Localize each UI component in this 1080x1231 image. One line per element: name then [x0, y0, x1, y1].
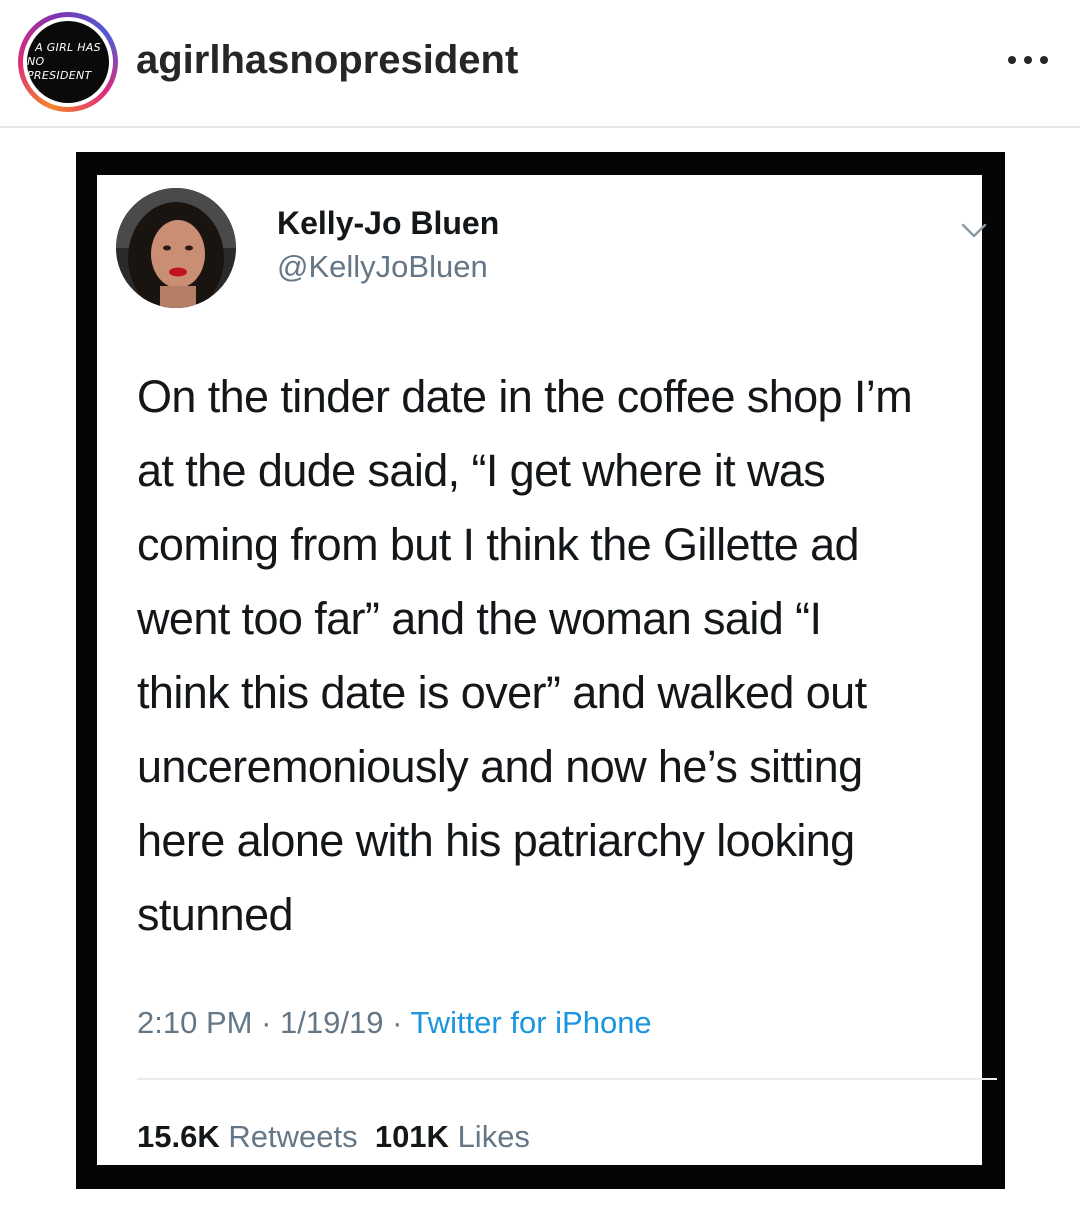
likes-label[interactable]: Likes	[458, 1119, 530, 1154]
chevron-down-icon[interactable]	[959, 215, 989, 245]
tweet-metadata: 2:10 PM · 1/19/19 · Twitter for iPhone	[137, 1003, 652, 1043]
avatar-photo-icon	[116, 188, 236, 308]
retweets-label[interactable]: Retweets	[228, 1119, 357, 1154]
meta-separator: ·	[252, 1005, 281, 1040]
divider	[137, 1078, 997, 1080]
ellipsis-icon-dot	[1040, 56, 1048, 64]
avatar-ring-gap: A GIRL HAS NO PRESIDENT	[23, 17, 113, 107]
instagram-post: A GIRL HAS NO PRESIDENT agirlhasnopresid…	[0, 0, 1080, 1231]
tweet-author-handle[interactable]: @KellyJoBluen	[277, 247, 488, 287]
more-options-button[interactable]	[996, 40, 1060, 80]
tweet-source-link[interactable]: Twitter for iPhone	[410, 1005, 651, 1040]
tweet-time: 2:10 PM	[137, 1005, 253, 1040]
post-username[interactable]: agirlhasnopresident	[136, 34, 518, 86]
tweet-author-avatar	[116, 188, 236, 308]
tweet-author-name[interactable]: Kelly-Jo Bluen	[277, 203, 499, 243]
tweet-card: Kelly-Jo Bluen @KellyJoBluen On the tind…	[97, 175, 997, 1165]
avatar-logo: A GIRL HAS NO PRESIDENT	[27, 21, 109, 103]
ellipsis-icon-dot	[1008, 56, 1016, 64]
tweet-date: 1/19/19	[280, 1005, 384, 1040]
meta-separator: ·	[383, 1005, 411, 1040]
tweet-text: On the tinder date in the coffee shop I’…	[137, 371, 913, 940]
post-header: A GIRL HAS NO PRESIDENT agirlhasnopresid…	[0, 0, 1080, 128]
post-image: Kelly-Jo Bluen @KellyJoBluen On the tind…	[76, 152, 1005, 1189]
avatar-logo-line1: A GIRL HAS	[35, 41, 101, 54]
avatar-logo-line2: NO PRESIDENT	[27, 55, 92, 82]
tweet-stats: 15.6K Retweets 101K Likes	[137, 1117, 530, 1157]
retweets-count[interactable]: 15.6K	[137, 1119, 220, 1154]
likes-count[interactable]: 101K	[375, 1119, 449, 1154]
profile-avatar[interactable]: A GIRL HAS NO PRESIDENT	[18, 12, 118, 112]
ellipsis-icon-dot	[1024, 56, 1032, 64]
